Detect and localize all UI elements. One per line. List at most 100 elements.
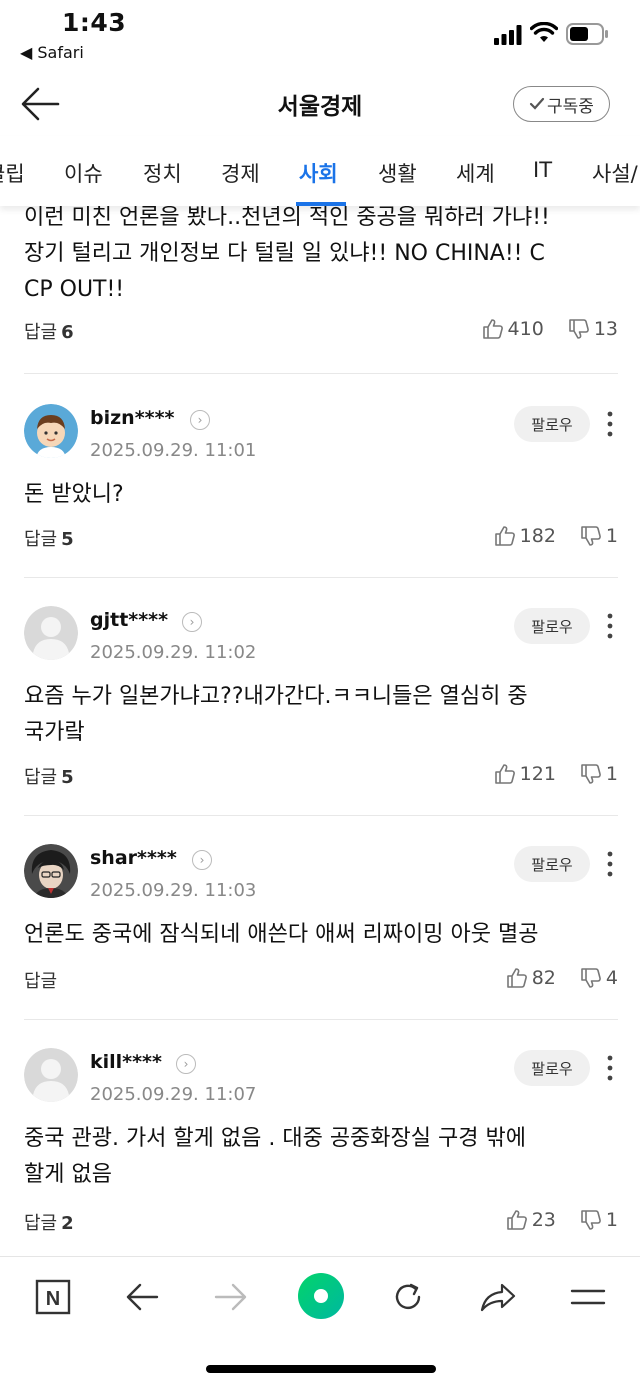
comment-text: 돈 받았니? (24, 477, 599, 513)
username[interactable]: bizn**** (90, 407, 174, 429)
vote-group: 121 1 (494, 763, 618, 785)
reply-label: 답글 (24, 529, 58, 550)
reply-button[interactable]: 답글 6 (24, 318, 74, 344)
vote-group: 82 4 (506, 967, 618, 989)
follow-button[interactable]: 팔로우 (514, 846, 590, 882)
chevron-right-icon[interactable]: › (176, 1054, 196, 1074)
comment-item: kill**** › 2025.09.29. 11:07 팔로우 중국 관광. … (0, 1020, 640, 1256)
reply-button[interactable]: 답글 2 (24, 1209, 74, 1235)
comment-line: 요즘 누가 일본가냐고??내가간다.ㅋㅋ니들은 열심히 중 (24, 684, 528, 709)
tab-it[interactable]: IT (533, 158, 552, 182)
comment-text: 이런 미친 언론을 봤나..천년의 적인 중공을 뭐하러 가냐!! 장기 털리고… (24, 206, 599, 308)
follow-button[interactable]: 팔로우 (514, 406, 590, 442)
reply-button[interactable]: 답글 5 (24, 525, 74, 551)
share-button[interactable] (476, 1275, 520, 1319)
avatar[interactable] (24, 606, 78, 660)
avatar[interactable] (24, 1048, 78, 1102)
tab-world[interactable]: 세계 (456, 158, 495, 188)
vote-group: 410 13 (482, 318, 618, 340)
reply-button[interactable]: 답글 (24, 967, 61, 993)
more-options-icon[interactable] (604, 849, 616, 879)
reply-label: 답글 (24, 322, 58, 343)
comment-line: CP OUT!! (24, 277, 125, 302)
username[interactable]: shar**** (90, 847, 177, 869)
reply-count: 5 (61, 529, 74, 550)
subscribe-button[interactable]: 구독중 (513, 86, 610, 122)
comment-actions: 답글 5 121 1 (24, 763, 618, 793)
follow-button[interactable]: 팔로우 (514, 1050, 590, 1086)
share-arrow-icon (480, 1283, 516, 1312)
category-tabs: 클립 이슈 정치 경제 사회 생활 세계 IT 사설/ (0, 136, 640, 206)
refresh-icon (395, 1283, 421, 1310)
chevron-right-icon[interactable]: › (190, 410, 210, 430)
like-count: 82 (531, 967, 556, 989)
tab-clip[interactable]: 클립 (0, 158, 25, 188)
thumbs-down-icon[interactable] (580, 763, 602, 785)
dislike-count: 1 (605, 525, 618, 547)
thumbs-up-icon[interactable] (506, 1209, 528, 1231)
thumbs-up-icon[interactable] (494, 525, 516, 547)
arrow-left-icon (126, 1283, 159, 1311)
avatar[interactable] (24, 404, 78, 458)
thumbs-up-icon[interactable] (494, 763, 516, 785)
like-count: 121 (519, 763, 556, 785)
thumbs-down-icon[interactable] (568, 318, 590, 340)
thumbs-up-icon[interactable] (506, 967, 528, 989)
dislike-count: 1 (605, 763, 618, 785)
reply-count: 5 (61, 767, 74, 788)
chevron-right-icon[interactable]: › (192, 850, 212, 870)
reply-label: 답글 (24, 1213, 58, 1234)
comment-actions: 답글 6 410 13 (24, 318, 618, 348)
more-options-icon[interactable] (604, 611, 616, 641)
forward-button[interactable] (209, 1275, 253, 1319)
menu-button[interactable] (566, 1275, 610, 1319)
thumbs-up-icon[interactable] (482, 318, 504, 340)
username[interactable]: kill**** (90, 1051, 162, 1073)
refresh-button[interactable] (386, 1275, 430, 1319)
reply-button[interactable]: 답글 5 (24, 763, 74, 789)
comment-item: bizn**** › 2025.09.29. 11:01 팔로우 돈 받았니? … (0, 374, 640, 578)
reply-count: 6 (61, 322, 74, 343)
naver-home-button[interactable]: N (31, 1275, 75, 1319)
status-time: 1:43 (62, 8, 127, 37)
subscribe-label: 구독중 (547, 96, 594, 117)
more-options-icon[interactable] (604, 1053, 616, 1083)
dislike-count: 13 (593, 318, 618, 340)
comment-list[interactable]: 이런 미친 언론을 봤나..천년의 적인 중공을 뭐하러 가냐!! 장기 털리고… (0, 206, 640, 1256)
comment-date: 2025.09.29. 11:01 (90, 440, 257, 461)
thumbs-down-icon[interactable] (580, 967, 602, 989)
naver-logo-icon: N (35, 1279, 71, 1315)
back-button[interactable] (120, 1275, 164, 1319)
tab-society[interactable]: 사회 (299, 158, 338, 188)
avatar[interactable] (24, 844, 78, 898)
like-count: 23 (531, 1209, 556, 1231)
username[interactable]: gjtt**** (90, 609, 168, 631)
comment-date: 2025.09.29. 11:03 (90, 880, 257, 901)
chevron-right-icon[interactable]: › (182, 612, 202, 632)
comment-text: 언론도 중국에 잠식되네 애쓴다 애써 리짜이밍 아웃 멸공 (24, 917, 599, 953)
comment-line: 국가랔 (24, 720, 85, 745)
battery-icon (566, 23, 608, 45)
vote-group: 182 1 (494, 525, 618, 547)
tab-politics[interactable]: 정치 (143, 158, 182, 188)
comment-date: 2025.09.29. 11:02 (90, 642, 257, 663)
more-options-icon[interactable] (604, 409, 616, 439)
tab-life[interactable]: 생활 (378, 158, 417, 188)
status-bar: 1:43 ◀ Safari (0, 0, 640, 70)
vote-group: 23 1 (506, 1209, 618, 1231)
like-count: 410 (507, 318, 544, 340)
reply-count: 2 (61, 1213, 74, 1234)
thumbs-down-icon[interactable] (580, 1209, 602, 1231)
comment-actions: 답글 5 182 1 (24, 525, 618, 555)
tab-issue[interactable]: 이슈 (64, 158, 103, 188)
follow-button[interactable]: 팔로우 (514, 608, 590, 644)
check-icon (529, 97, 545, 110)
back-to-safari-link[interactable]: ◀ Safari (20, 43, 84, 62)
tab-editorial[interactable]: 사설/ (592, 158, 638, 188)
tab-economy[interactable]: 경제 (221, 158, 260, 188)
home-indicator[interactable] (206, 1365, 436, 1373)
thumbs-down-icon[interactable] (580, 525, 602, 547)
green-dot-button[interactable] (296, 1271, 346, 1321)
comment-text: 중국 관광. 가서 할게 없음 . 대중 공중화장실 구경 밖에 할게 없음 (24, 1121, 599, 1193)
comment-date: 2025.09.29. 11:07 (90, 1084, 257, 1105)
